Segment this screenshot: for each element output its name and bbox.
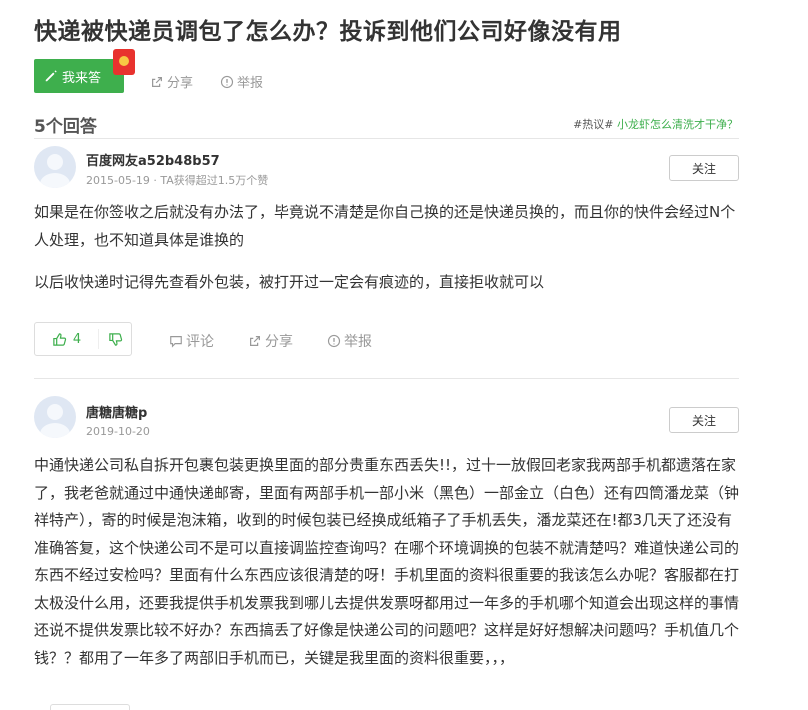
hot-topic-link[interactable]: 小龙虾怎么清洗才干净？: [617, 118, 738, 131]
answer-button-label: 我来答: [62, 70, 102, 86]
share-icon: [152, 76, 162, 87]
share-label: 分享: [265, 334, 293, 350]
question-report-label: 举报: [237, 76, 264, 91]
report-icon: [220, 75, 234, 88]
like-count: 4: [72, 331, 82, 347]
hot-topic: #热议# 小龙虾怎么清洗才干净？: [573, 116, 738, 132]
answer-paragraph: 中通快递公司私自拆开包裹包装更换里面的部分贵重东西丢失!!，过十一放假回老家我两…: [34, 456, 740, 667]
dislike-button[interactable]: [99, 332, 131, 347]
comment-button[interactable]: 评论: [169, 331, 214, 351]
question-title: 快递被快递员调包了怎么办？投诉到他们公司好像没有用: [34, 19, 622, 45]
share-icon: [250, 336, 260, 346]
answer-meta: 2015-05-19 · TA获得超过1.5万个赞: [86, 174, 269, 187]
answer-paragraph: 以后收快递时记得先查看外包装，被打开过一定会有痕迹的，直接拒收就可以: [34, 273, 545, 291]
answer-button[interactable]: 我来答: [34, 59, 124, 93]
question-page: 快递被快递员调包了怎么办？投诉到他们公司好像没有用 我来答 分享 举报 5个回答…: [0, 0, 808, 710]
share-button[interactable]: 分享: [248, 331, 293, 351]
comment-icon: [170, 336, 182, 348]
answer-count: 5个回答: [34, 117, 97, 137]
answer-meta: 2019-10-20: [86, 425, 150, 438]
hot-tag: #热议#: [573, 118, 614, 131]
like-button[interactable]: 4: [35, 329, 99, 349]
thumbs-up-icon: [53, 332, 67, 346]
red-envelope-icon[interactable]: [113, 49, 135, 75]
report-button[interactable]: 举报: [327, 331, 372, 351]
comment-label: 评论: [186, 334, 214, 350]
thumbs-down-icon: [108, 332, 122, 346]
header-divider: [34, 138, 739, 139]
follow-button[interactable]: 关注: [669, 407, 739, 433]
report-label: 举报: [344, 334, 372, 350]
answer-user-name[interactable]: 唐糖唐糖p: [86, 402, 147, 421]
answer-paragraph: 如果是在你签收之后就没有办法了，毕竟说不清楚是你自己换的还是快递员换的，而且你的…: [34, 203, 736, 249]
question-share-label: 分享: [167, 76, 194, 91]
question-report-button[interactable]: 举报: [220, 72, 263, 91]
pencil-icon: [45, 70, 57, 82]
follow-button[interactable]: 关注: [669, 155, 739, 181]
vote-box: 4: [34, 322, 132, 356]
answer-divider: [34, 378, 739, 379]
avatar[interactable]: [34, 396, 76, 438]
report-icon: [327, 334, 341, 348]
avatar[interactable]: [34, 146, 76, 188]
question-share-button[interactable]: 分享: [150, 72, 193, 91]
vote-box: [50, 704, 130, 710]
answer-user-name[interactable]: 百度网友a52b48b57: [86, 150, 220, 169]
